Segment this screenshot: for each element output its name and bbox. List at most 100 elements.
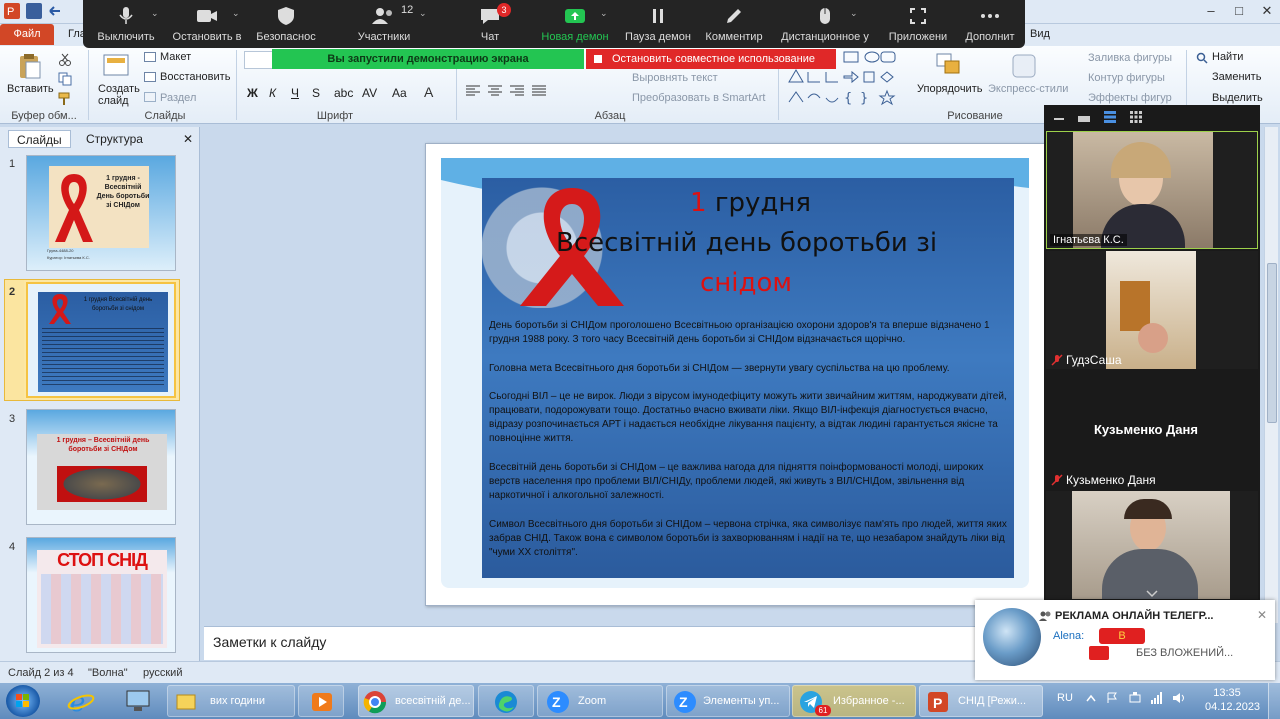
quick-styles-button[interactable]: Экспресс-стили [988,83,1068,95]
tray-network-icon[interactable] [1150,691,1164,705]
spacing-button[interactable]: AV [362,86,377,100]
taskbar-edge-button[interactable] [478,685,534,717]
strikethrough-button[interactable]: S [312,86,320,100]
start-button[interactable] [6,685,40,717]
smartart-button[interactable]: Преобразовать в SmartArt [632,92,765,104]
slide-thumbnail-1[interactable]: 1 грудня - Всесвітній День боротьби зі С… [26,155,176,271]
notification-close-button[interactable]: ✕ [1257,608,1267,622]
scrollbar-thumb[interactable] [1267,263,1277,423]
bold-button[interactable]: Ж [247,86,258,100]
save-icon[interactable] [26,3,42,19]
paste-button[interactable]: Вставить [7,83,54,95]
minimize-button[interactable]: – [1196,0,1226,22]
shape-fill-button[interactable]: Заливка фигуры [1088,52,1172,64]
tab-outline[interactable]: Структура [78,130,151,148]
security-button[interactable]: Безопаснос [241,0,331,48]
taskbar-zoom-controls-button[interactable]: Z Элементы уп... [666,685,790,717]
participants-button[interactable]: Участники 12 ⌄ [339,0,429,48]
underline-button[interactable]: Ч [291,86,299,100]
new-share-button[interactable]: Новая демон ⌄ [530,0,620,48]
annotate-button[interactable]: Комментир [689,0,779,48]
quick-styles-icon[interactable] [1010,52,1040,80]
select-button[interactable]: Выделить [1212,92,1263,104]
slide-notes-area[interactable]: Заметки к слайду [204,626,1042,660]
pause-icon [648,6,668,26]
chevron-down-icon[interactable]: ⌄ [600,8,608,19]
chevron-down-icon[interactable]: ⌄ [151,8,159,19]
tray-volume-icon[interactable] [1172,691,1186,705]
maximize-button[interactable]: □ [1224,0,1254,22]
align-right-icon[interactable] [510,85,524,97]
stop-share-button[interactable]: Остановить совместное использование [586,49,836,69]
copy-icon[interactable] [58,72,72,86]
justify-icon[interactable] [532,85,546,97]
participant-video-tile[interactable] [1046,251,1258,369]
new-slide-button[interactable]: Создать слайд [98,83,140,107]
telegram-notification[interactable]: РЕКЛАМА ОНЛАЙН ТЕЛЕГР... Alena: В БЕЗ ВЛ… [975,600,1275,680]
thumb-title: 1 грудня – Всесвітній день боротьби зі С… [56,437,150,453]
slide-thumbnail-4[interactable]: СТОП СНІД [26,537,176,653]
reset-button[interactable]: Восстановить [160,71,230,83]
arrange-button[interactable]: Упорядочить [917,83,982,95]
remote-control-button[interactable]: Дистанционное у ⌄ [780,0,870,48]
font-color-button[interactable]: A [424,84,433,100]
keyboard-language[interactable]: RU [1057,692,1073,704]
scroll-down-icon[interactable] [1146,590,1158,598]
speaker-view-icon[interactable] [1104,111,1116,123]
participant-video-tile[interactable] [1046,131,1258,249]
tab-slides[interactable]: Слайды [8,130,71,148]
undo-icon[interactable] [46,3,62,19]
slide-thumbnail-2[interactable]: 1 грудня Всесвітній день боротьби зі сні… [26,282,176,398]
internet-explorer-icon[interactable]: e [66,686,96,716]
new-slide-icon[interactable] [102,52,132,80]
stop-video-button[interactable]: Остановить в ⌄ [162,0,252,48]
taskbar-zoom-button[interactable]: Z Zoom [537,685,663,717]
replace-button[interactable]: Заменить [1212,71,1261,83]
tray-power-icon[interactable] [1128,691,1142,705]
layout-button[interactable]: Макет [160,51,191,63]
slide-thumbnail-3[interactable]: 1 грудня – Всесвітній день боротьби зі С… [26,409,176,525]
minimize-video-icon[interactable] [1054,118,1064,120]
section-button[interactable]: Раздел [160,92,196,104]
chevron-down-icon[interactable]: ⌄ [232,8,240,19]
tray-expand-icon[interactable] [1086,694,1096,702]
tab-file[interactable]: Файл [0,24,54,45]
align-left-icon[interactable] [466,85,480,97]
taskbar-explorer-button[interactable]: вих години [167,685,295,717]
align-text-button[interactable]: Выровнять текст [632,72,718,84]
taskbar-chrome-button[interactable]: всесвітній де... [358,685,474,717]
italic-button[interactable]: К [269,86,276,100]
shadow-button[interactable]: abc [334,86,353,100]
mute-button[interactable]: Выключить ⌄ [81,0,171,48]
shape-effects-button[interactable]: Эффекты фигур [1088,92,1172,104]
show-desktop-button[interactable] [1268,683,1280,719]
hide-video-icon[interactable] [1078,116,1090,122]
chevron-down-icon[interactable]: ⌄ [419,8,427,19]
taskbar-telegram-button[interactable]: 61 Избранное -... [792,685,916,717]
more-button[interactable]: Дополнит [945,0,1035,48]
gallery-view-icon[interactable] [1130,111,1142,123]
language-indicator[interactable]: русский [143,667,182,679]
chevron-down-icon[interactable]: ⌄ [850,8,858,19]
cut-icon[interactable] [58,52,72,66]
vertical-scrollbar[interactable] [1264,127,1278,623]
paste-icon[interactable] [14,52,44,80]
tray-flag-icon[interactable] [1106,692,1118,704]
shape-outline-button[interactable]: Контур фигуры [1088,72,1165,84]
theme-name[interactable]: "Волна" [88,667,128,679]
arrange-icon[interactable] [935,52,965,80]
muted-mic-icon [1051,474,1063,486]
close-panel-button[interactable]: ✕ [183,132,193,146]
close-window-button[interactable]: ✕ [1252,0,1280,22]
taskbar-media-button[interactable] [298,685,344,717]
find-button[interactable]: Найти [1212,51,1243,63]
align-center-icon[interactable] [488,85,502,97]
format-painter-icon[interactable] [58,92,72,106]
computer-icon[interactable] [124,688,154,714]
taskbar-clock[interactable]: 13:35 04.12.2023 [1205,686,1260,714]
participant-video-tile[interactable] [1046,491,1258,599]
chat-button[interactable]: Чат 3 [445,0,535,48]
share-screen-icon [564,6,586,26]
case-button[interactable]: Aa [392,86,407,100]
taskbar-powerpoint-button[interactable]: P СНІД [Режи... [919,685,1043,717]
